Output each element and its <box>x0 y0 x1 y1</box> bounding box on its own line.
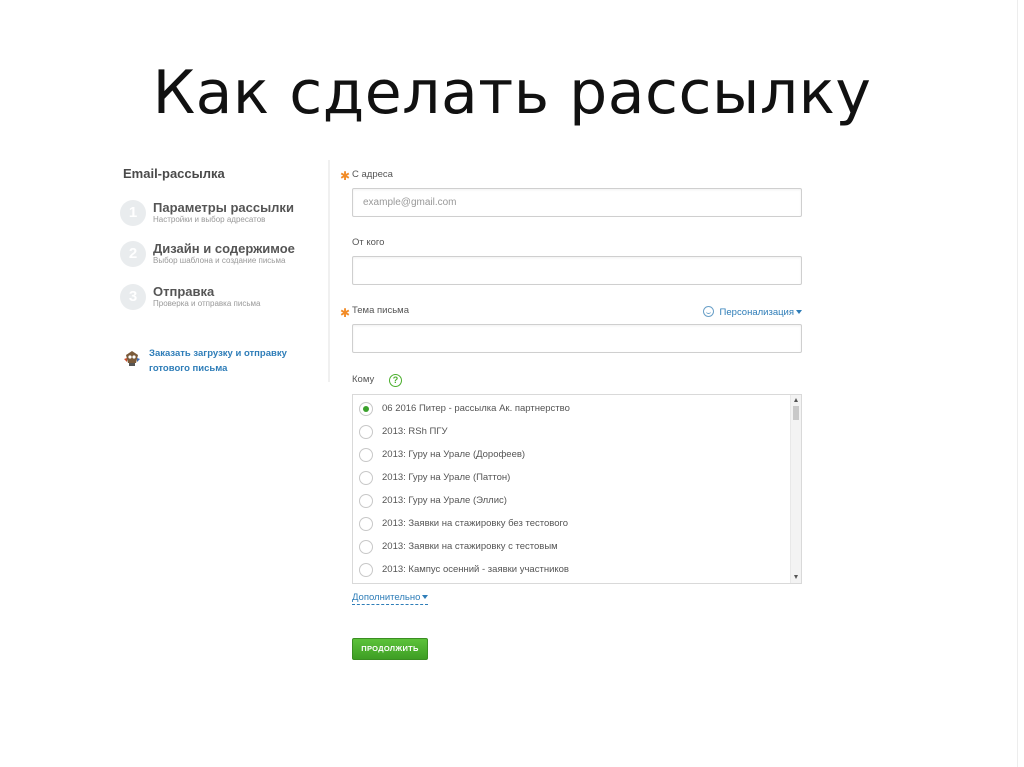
step-subtitle: Выбор шаблона и создание письма <box>153 256 286 265</box>
required-marker: ✱ <box>340 306 351 320</box>
list-item-label: 2013: Заявки на стажировку с тестовым <box>382 541 558 552</box>
list-item[interactable]: 2013: Заявки на стажировку без тестового <box>359 515 789 535</box>
step-title: Дизайн и содержимое <box>153 241 295 256</box>
personalization-dropdown[interactable]: Персонализация <box>702 306 802 318</box>
list-item-label: 2013: Гуру на Урале (Эллис) <box>382 495 507 506</box>
radio[interactable] <box>359 563 373 577</box>
step-subtitle: Проверка и отправка письма <box>153 299 261 308</box>
list-scrollbar[interactable] <box>790 395 801 583</box>
list-item-label: 2013: Гуру на Урале (Дорофеев) <box>382 449 526 460</box>
radio[interactable] <box>359 517 373 531</box>
list-item[interactable]: 06 2016 Питер - рассылка Ак. партнерство <box>359 400 789 420</box>
list-item[interactable]: 2013: Гуру на Урале (Эллис) <box>359 492 789 512</box>
step-design[interactable]: 2 Дизайн и содержимое Выбор шаблона и со… <box>120 241 325 277</box>
from-address-input[interactable]: example@gmail.com <box>352 188 802 217</box>
robot-icon <box>124 351 140 366</box>
step-title: Параметры рассылки <box>153 200 294 215</box>
scroll-up-icon[interactable] <box>794 398 798 402</box>
recipients-label: Кому <box>352 374 375 385</box>
smile-icon <box>702 306 714 317</box>
sidebar-title: Email-рассылка <box>123 166 225 181</box>
continue-button[interactable]: ПРОДОЛЖИТЬ <box>352 638 428 660</box>
help-icon[interactable]: ? <box>389 374 402 387</box>
list-item-label: 2013: RSh ПГУ <box>382 426 448 437</box>
from-name-input[interactable] <box>352 256 802 285</box>
list-item[interactable]: 2013: Гуру на Урале (Паттон) <box>359 469 789 489</box>
more-options-label: Дополнительно <box>352 592 421 603</box>
personalization-label: Персонализация <box>719 307 794 318</box>
sidebar: Email-рассылка 1 Параметры рассылки Наст… <box>118 160 330 382</box>
radio-checked[interactable] <box>359 402 373 416</box>
radio[interactable] <box>359 448 373 462</box>
required-marker: ✱ <box>340 169 351 183</box>
order-link-line1: Заказать загрузку и отправку <box>149 348 287 359</box>
radio[interactable] <box>359 540 373 554</box>
scroll-thumb[interactable] <box>793 406 799 420</box>
list-item[interactable]: 2013: RSh ПГУ <box>359 423 789 443</box>
radio[interactable] <box>359 425 373 439</box>
list-item-label: 2013: Кампус осенний - заявки участников <box>382 564 569 575</box>
recipients-list[interactable]: 06 2016 Питер - рассылка Ак. партнерство… <box>352 394 802 584</box>
mailing-form: ✱ С адреса example@gmail.com От кого ✱ Т… <box>338 160 808 670</box>
slide-title: Как сделать рассылку <box>152 58 872 128</box>
step-number: 1 <box>120 200 146 226</box>
radio[interactable] <box>359 494 373 508</box>
step-number: 3 <box>120 284 146 310</box>
list-item-label: 06 2016 Питер - рассылка Ак. партнерство <box>382 403 570 414</box>
scroll-down-icon[interactable] <box>794 575 798 579</box>
list-item[interactable]: 2013: Заявки на стажировку с тестовым <box>359 538 789 558</box>
subject-input[interactable] <box>352 324 802 353</box>
step-title: Отправка <box>153 284 215 299</box>
radio[interactable] <box>359 471 373 485</box>
list-item[interactable]: 2013: Гуру на Урале (Дорофеев) <box>359 446 789 466</box>
chevron-down-icon <box>796 310 802 314</box>
from-address-label: С адреса <box>352 169 393 180</box>
from-name-label: От кого <box>352 237 385 248</box>
list-item-label: 2013: Заявки на стажировку без тестового <box>382 518 569 529</box>
chevron-down-icon <box>422 595 429 599</box>
list-item[interactable]: 2013: Кампус осенний - заявки участников <box>359 561 789 581</box>
order-link-line2: готового письма <box>149 363 228 374</box>
list-item-label: 2013: Гуру на Урале (Паттон) <box>382 472 511 483</box>
step-parameters[interactable]: 1 Параметры рассылки Настройки и выбор а… <box>120 200 325 236</box>
step-subtitle: Настройки и выбор адресатов <box>153 215 266 224</box>
subject-label: Тема письма <box>352 305 409 316</box>
step-sending[interactable]: 3 Отправка Проверка и отправка письма <box>120 284 325 320</box>
more-options-link[interactable]: Дополнительно <box>352 592 429 605</box>
step-number: 2 <box>120 241 146 267</box>
